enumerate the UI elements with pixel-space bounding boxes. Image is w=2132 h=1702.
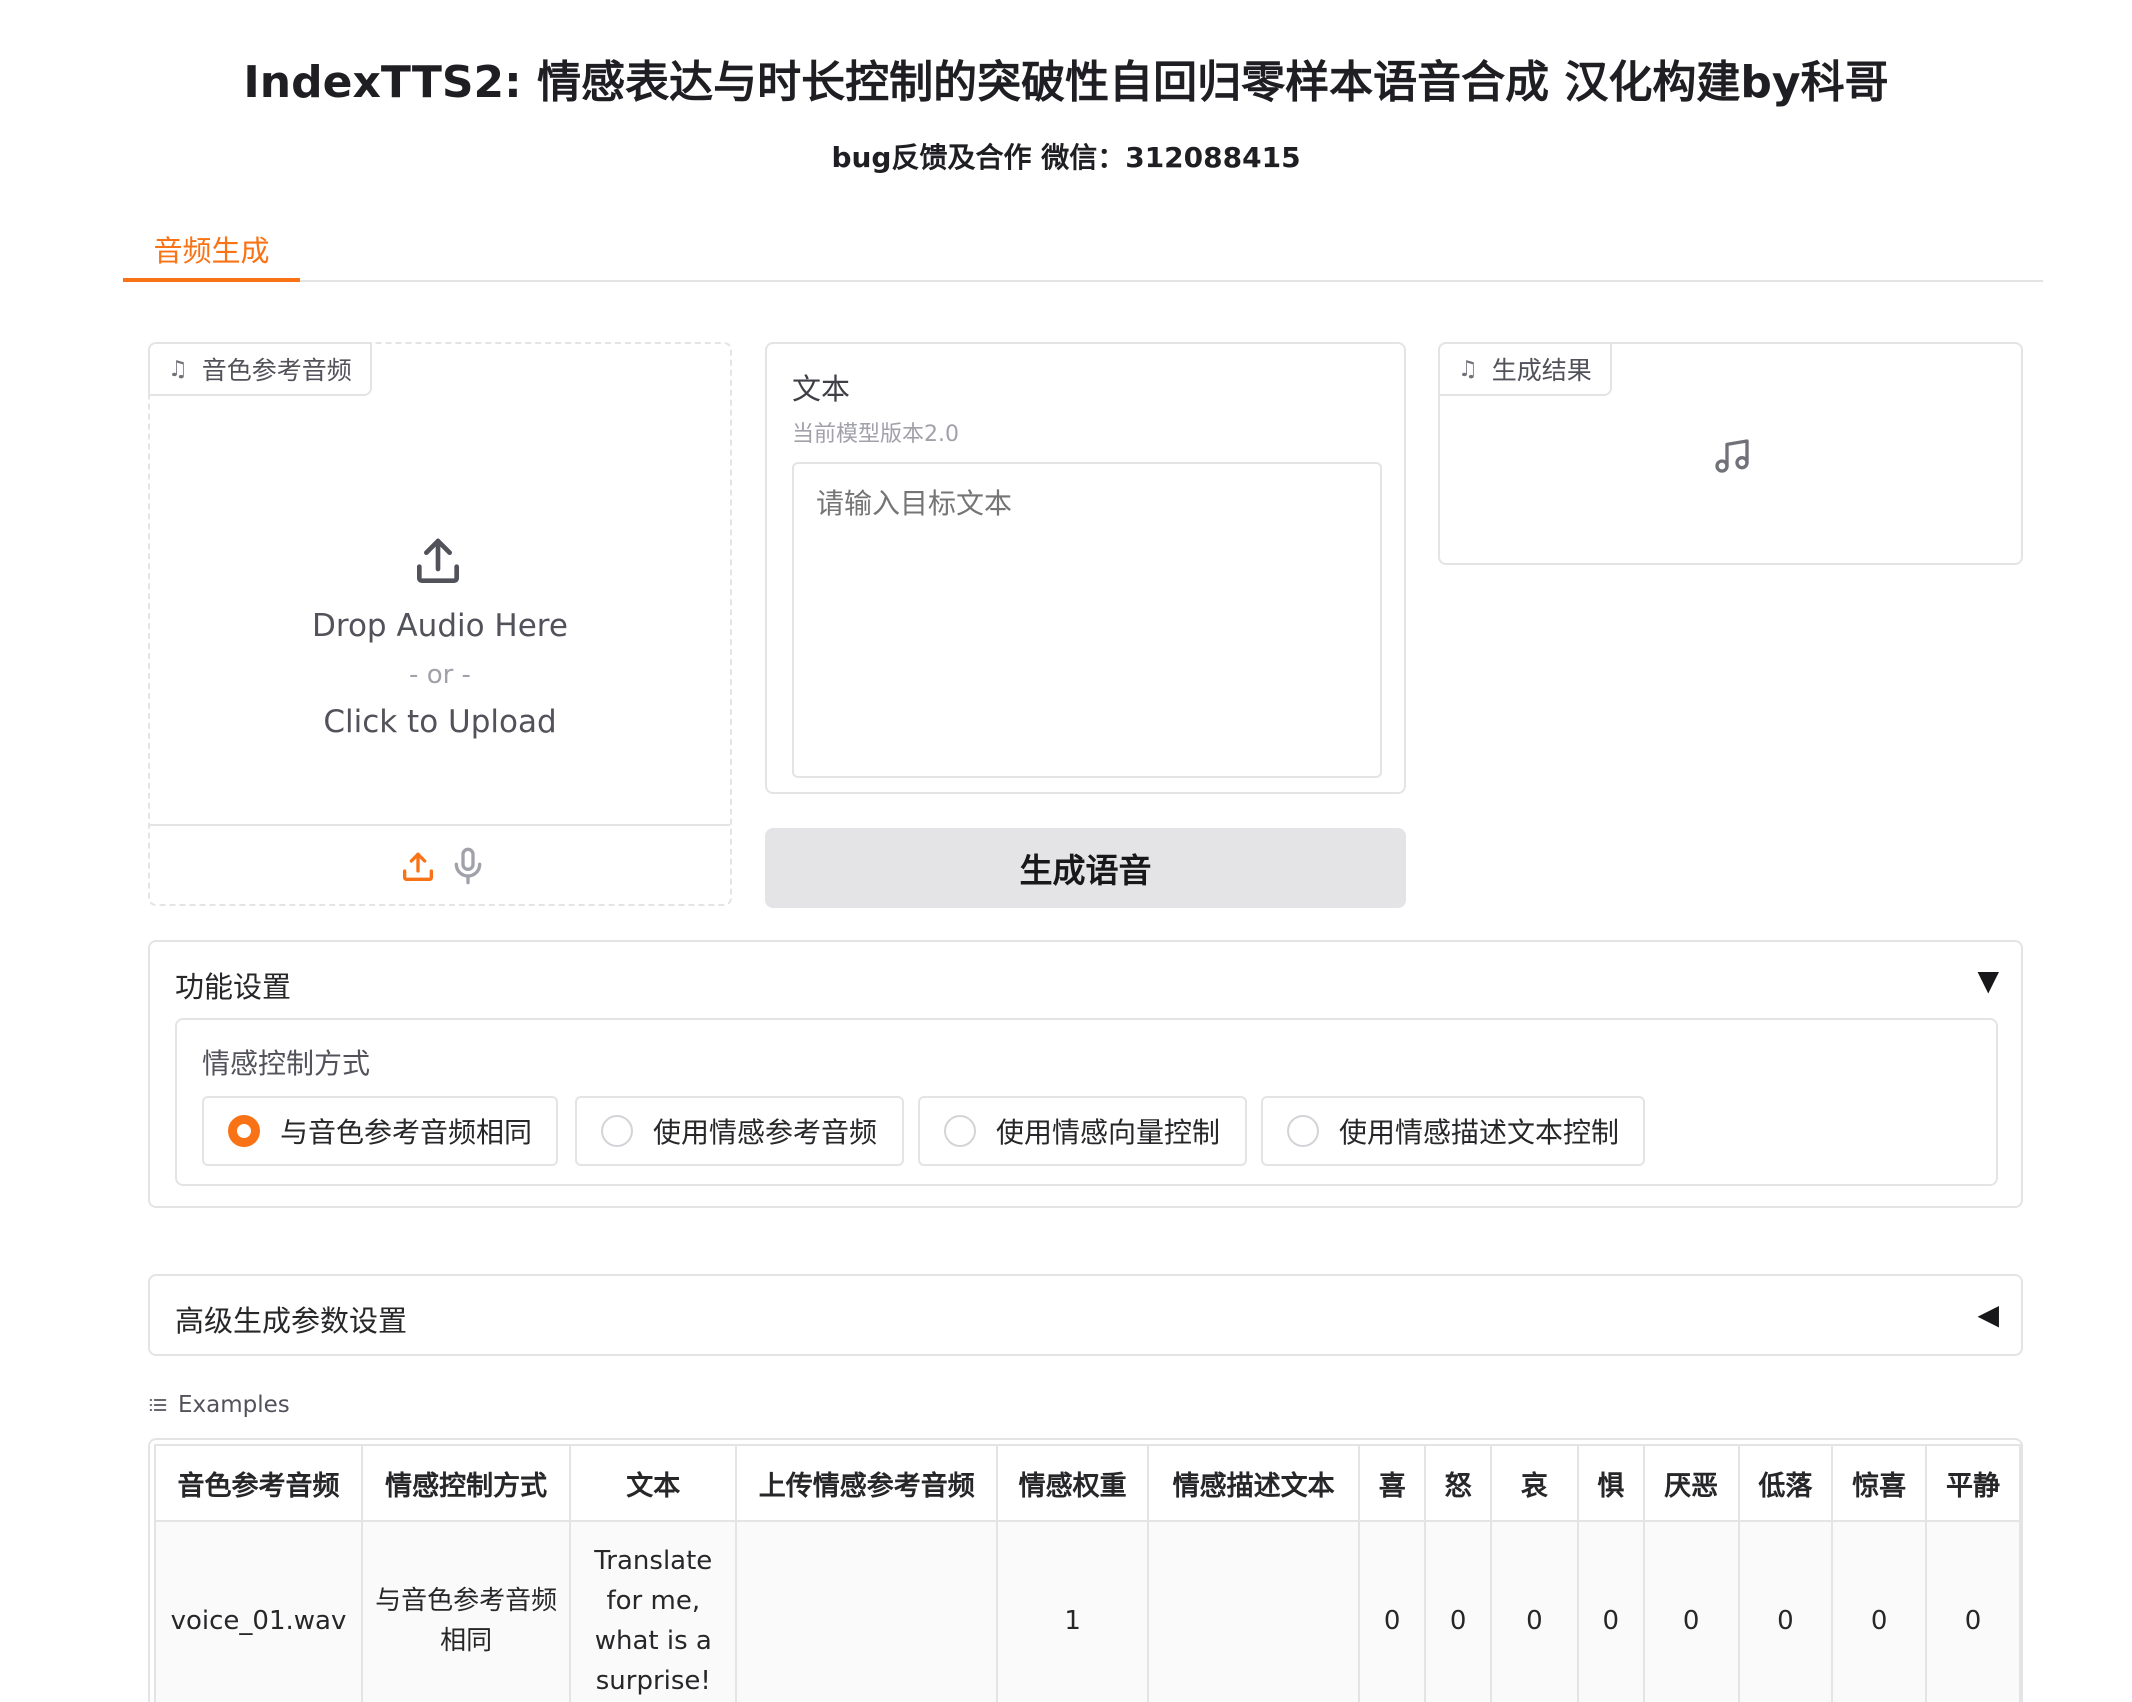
table-header-row: 音色参考音频 情感控制方式 文本 上传情感参考音频 情感权重 情感描述文本 喜 …	[154, 1444, 2021, 1522]
table-cell: 1	[996, 1520, 1149, 1702]
radio-label: 使用情感向量控制	[996, 1116, 1221, 1149]
table-cell: 0	[1925, 1520, 2021, 1702]
table-header: 喜	[1358, 1444, 1427, 1522]
target-text-input[interactable]	[792, 462, 1382, 778]
radio-emotion-text[interactable]: 使用情感描述文本控制	[1261, 1096, 1645, 1166]
table-cell: 0	[1358, 1520, 1427, 1702]
table-header: 文本	[569, 1444, 738, 1522]
radio-label: 使用情感参考音频	[653, 1116, 878, 1149]
examples-table-container: 音色参考音频 情感控制方式 文本 上传情感参考音频 情感权重 情感描述文本 喜 …	[148, 1438, 2023, 1702]
table-cell: 0	[1424, 1520, 1493, 1702]
ref-audio-upload: ♫ 音色参考音频 Drop Audio Here - or - Click to…	[148, 342, 732, 906]
collapse-arrow-icon[interactable]: ▼	[1977, 964, 1999, 997]
upload-source-bar	[150, 824, 730, 904]
or-text: - or -	[409, 660, 471, 690]
radio-emotion-ref-audio[interactable]: 使用情感参考音频	[575, 1096, 904, 1166]
ref-audio-label-chip: ♫ 音色参考音频	[148, 342, 372, 396]
table-header: 惧	[1576, 1444, 1645, 1522]
examples-table: 音色参考音频 情感控制方式 文本 上传情感参考音频 情感权重 情感描述文本 喜 …	[154, 1444, 2021, 1702]
function-settings-accordion: 功能设置 ▼ 情感控制方式 与音色参考音频相同 使用情感参考音频 使用情感向量控…	[148, 940, 2023, 1208]
table-cell	[735, 1520, 999, 1702]
generate-speech-button[interactable]: 生成语音	[765, 828, 1406, 908]
table-cell: 0	[1642, 1520, 1740, 1702]
tab-audio-generation[interactable]: 音频生成	[123, 230, 300, 282]
emotion-mode-group: 情感控制方式 与音色参考音频相同 使用情感参考音频 使用情感向量控制 使用情感描…	[175, 1018, 1998, 1186]
table-header: 上传情感参考音频	[735, 1444, 999, 1522]
radio-same-as-ref[interactable]: 与音色参考音频相同	[202, 1096, 558, 1166]
drop-audio-text: Drop Audio Here	[312, 608, 568, 644]
radio-checked-icon	[228, 1115, 260, 1147]
result-audio-panel: ♫ 生成结果	[1438, 342, 2023, 565]
table-cell: 0	[1831, 1520, 1928, 1702]
text-input-panel: 文本 当前模型版本2.0	[765, 342, 1406, 794]
table-cell: Translate for me, what is a surprise!	[569, 1520, 738, 1702]
radio-label: 使用情感描述文本控制	[1339, 1116, 1620, 1149]
click-upload-text: Click to Upload	[323, 704, 557, 740]
table-header: 哀	[1490, 1444, 1579, 1522]
radio-unchecked-icon	[1287, 1115, 1319, 1147]
table-header: 厌恶	[1642, 1444, 1740, 1522]
radio-unchecked-icon	[944, 1115, 976, 1147]
table-cell: 0	[1490, 1520, 1579, 1702]
music-note-icon: ♫	[168, 356, 188, 382]
expand-arrow-icon[interactable]: ◀	[1977, 1298, 1999, 1331]
music-note-icon	[1715, 439, 1749, 473]
radio-unchecked-icon	[601, 1115, 633, 1147]
table-header: 怒	[1424, 1444, 1493, 1522]
radio-emotion-vector[interactable]: 使用情感向量控制	[918, 1096, 1247, 1166]
page-subtitle: bug反馈及合作 微信：312088415	[831, 141, 1301, 174]
table-header: 音色参考音频	[154, 1444, 363, 1522]
table-header: 平静	[1925, 1444, 2021, 1522]
table-cell: 与音色参考音频相同	[360, 1520, 572, 1702]
microphone-icon[interactable]	[448, 846, 488, 886]
table-cell: voice_01.wav	[154, 1520, 363, 1702]
ref-audio-label: 音色参考音频	[201, 356, 352, 385]
table-header: 情感描述文本	[1146, 1444, 1361, 1522]
table-header: 情感权重	[996, 1444, 1149, 1522]
audio-drop-zone[interactable]: Drop Audio Here - or - Click to Upload	[150, 396, 730, 816]
text-label: 文本	[792, 372, 851, 406]
tab-bar: 音频生成	[123, 230, 2043, 282]
radio-label: 与音色参考音频相同	[280, 1116, 533, 1149]
table-header: 低落	[1737, 1444, 1834, 1522]
emotion-mode-label: 情感控制方式	[202, 1047, 371, 1080]
advanced-settings-title[interactable]: 高级生成参数设置	[175, 1298, 407, 1340]
table-cell: 0	[1737, 1520, 1834, 1702]
examples-header: Examples	[148, 1392, 290, 1418]
list-icon	[149, 1399, 167, 1411]
advanced-settings-accordion[interactable]: 高级生成参数设置 ◀	[148, 1274, 2023, 1356]
examples-label: Examples	[178, 1392, 290, 1418]
result-label: 生成结果	[1491, 356, 1592, 385]
music-note-icon: ♫	[1458, 356, 1478, 382]
table-cell: 0	[1576, 1520, 1645, 1702]
table-cell	[1146, 1520, 1361, 1702]
result-label-chip: ♫ 生成结果	[1438, 342, 1612, 396]
model-version-info: 当前模型版本2.0	[792, 422, 959, 447]
page-title: IndexTTS2: 情感表达与时长控制的突破性自回归零样本语音合成 汉化构建b…	[243, 57, 1889, 108]
upload-source-icon[interactable]	[398, 846, 438, 886]
table-header: 情感控制方式	[360, 1444, 572, 1522]
function-settings-title[interactable]: 功能设置	[175, 964, 291, 1006]
table-row[interactable]: voice_01.wav 与音色参考音频相同 Translate for me,…	[154, 1520, 2021, 1702]
upload-icon	[417, 538, 459, 583]
table-header: 惊喜	[1831, 1444, 1928, 1522]
